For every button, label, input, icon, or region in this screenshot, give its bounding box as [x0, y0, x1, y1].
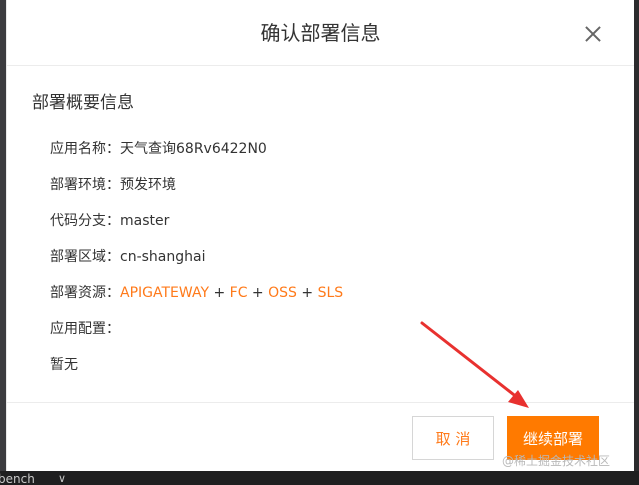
dialog-title: 确认部署信息: [260, 21, 381, 45]
resource-separator: +: [247, 285, 269, 301]
resource-fc: FC: [229, 285, 248, 301]
background-status-bar: bench ∨: [0, 471, 639, 485]
dialog-header: 确认部署信息: [7, 0, 634, 66]
resource-separator: +: [296, 285, 318, 301]
app-config-value: 暂无: [50, 357, 78, 373]
field-branch: 代码分支：master: [50, 211, 169, 231]
field-app-config: 应用配置：: [50, 319, 120, 339]
resource-sls: SLS: [317, 285, 344, 301]
field-label: 部署环境：: [50, 177, 120, 193]
deploy-confirm-dialog: 确认部署信息 部署概要信息 应用名称：天气查询68Rv6422N0 部署环境：预…: [6, 0, 634, 471]
field-label: 部署资源：: [50, 285, 120, 301]
section-title: 部署概要信息: [32, 93, 134, 113]
resource-apigateway: APIGATEWAY: [120, 285, 210, 301]
close-icon[interactable]: [581, 22, 605, 46]
field-label: 应用名称：: [50, 141, 120, 157]
field-environment: 部署环境：预发环境: [50, 175, 176, 195]
resource-separator: +: [209, 285, 230, 301]
field-label: 应用配置：: [50, 321, 120, 337]
watermark: @稀土掘金技术社区: [502, 454, 611, 468]
field-value: master: [120, 213, 170, 229]
resource-oss: OSS: [268, 285, 297, 301]
field-label: 代码分支：: [50, 213, 120, 229]
chevron-down-icon[interactable]: ∨: [58, 472, 66, 485]
background-bench-text: bench: [0, 472, 35, 485]
field-value: 天气查询68Rv6422N0: [120, 141, 267, 157]
field-app-name: 应用名称：天气查询68Rv6422N0: [50, 139, 267, 159]
field-value: 预发环境: [120, 177, 176, 193]
field-value: cn-shanghai: [120, 249, 206, 265]
field-region: 部署区域：cn-shanghai: [50, 247, 205, 267]
field-resources: 部署资源：APIGATEWAY + FC + OSS + SLS: [50, 283, 343, 303]
cancel-button[interactable]: 取 消: [412, 416, 494, 460]
field-label: 部署区域：: [50, 249, 120, 265]
